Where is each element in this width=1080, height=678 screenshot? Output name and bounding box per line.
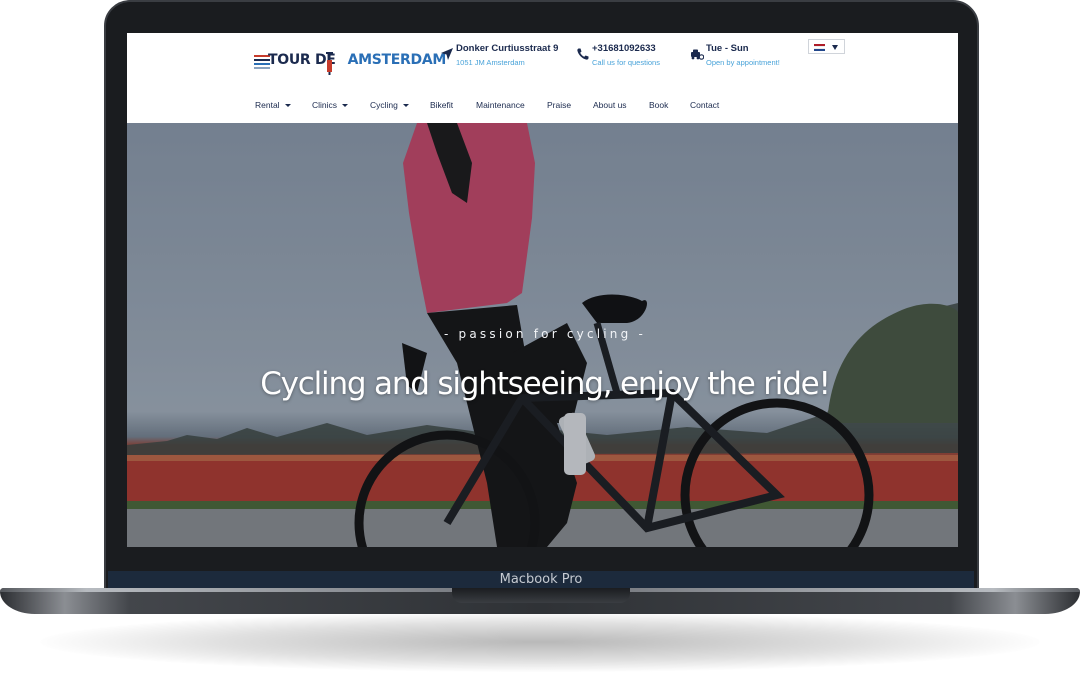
hero-kicker: - passion for cycling - [444, 327, 646, 341]
nav-item-label: Cycling [370, 100, 398, 110]
nav-item-book[interactable]: Book [649, 100, 668, 110]
nav-item-label: Book [649, 100, 669, 110]
nav-item-label: Maintenance [476, 100, 525, 110]
nav-item-clinics[interactable]: Clinics [312, 100, 349, 110]
hero-title: Cycling and sightseeing, enjoy the ride! [260, 366, 831, 402]
browser-screen: TOUR DE AMSTERDAM Donker Curtiusstraat 9 … [127, 33, 958, 547]
nav-item-maintenance[interactable]: Maintenance [476, 100, 525, 110]
nav-item-cycling[interactable]: Cycling [370, 100, 409, 110]
phone-subtitle: Call us for questions [592, 58, 660, 67]
nav-item-label: Praise [547, 100, 572, 110]
laptop-notch [452, 588, 630, 603]
laptop-shadow [40, 612, 1040, 672]
nav-item-contact[interactable]: Contact [690, 100, 719, 110]
nav-item-label: Rental [255, 100, 280, 110]
phone-title: +31681092633 [592, 43, 656, 54]
chevron-down-icon [284, 104, 291, 107]
hours-subtitle: Open by appointment! [706, 58, 780, 67]
nav-item-about-us[interactable]: About us [593, 100, 627, 110]
location-arrow-icon [441, 48, 453, 60]
hero-banner: - passion for cycling - Cycling and sigh… [127, 123, 958, 547]
chevron-down-icon [832, 45, 838, 50]
chevron-down-icon [402, 104, 409, 107]
nav-item-label: Clinics [312, 100, 338, 110]
language-select[interactable] [808, 39, 845, 54]
nav-item-rental[interactable]: Rental [255, 100, 291, 110]
nav-item-label: Contact [690, 100, 720, 110]
nav-item-label: About us [593, 100, 627, 110]
chevron-down-icon [342, 104, 349, 107]
logo-text-blue: AMSTERDAM [347, 52, 447, 68]
logo-text: TOUR DE AMSTERDAM [268, 52, 446, 68]
hours-title: Tue - Sun [706, 43, 749, 54]
nav-item-praise[interactable]: Praise [547, 100, 571, 110]
bike-car-icon [691, 49, 704, 60]
phone-icon [577, 48, 589, 60]
nav-item-label: Bikefit [430, 100, 454, 110]
netherlands-flag-icon [814, 44, 825, 51]
logo-pump-icon [326, 52, 333, 75]
site-logo[interactable]: TOUR DE AMSTERDAM [254, 51, 446, 75]
address-subtitle: 1051 JM Amsterdam [456, 58, 525, 67]
nav-item-bikefit[interactable]: Bikefit [430, 100, 453, 110]
address-title: Donker Curtiusstraat 9 [456, 43, 559, 54]
